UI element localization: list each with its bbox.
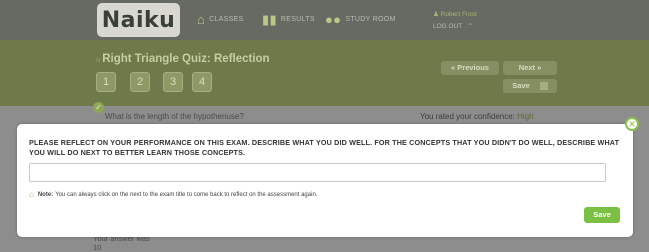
confidence-label: You rated your confidence: bbox=[420, 112, 515, 121]
nav-classes[interactable]: ⌂ CLASSES bbox=[197, 13, 244, 26]
user-name-text: Robert Frost bbox=[440, 11, 477, 18]
double-chevron-right-icon: » bbox=[535, 63, 542, 72]
logo-text: Naiku bbox=[101, 8, 176, 33]
quiz-title: ○ Right Triangle Quiz: Reflection bbox=[96, 53, 270, 65]
reflection-prompt: PLEASE REFLECT ON YOUR PERFORMANCE ON TH… bbox=[29, 138, 620, 157]
next-label: Next bbox=[518, 63, 535, 72]
nav-results[interactable]: ▮▮ RESULTS bbox=[262, 13, 315, 26]
group-icon: ●● bbox=[325, 12, 342, 27]
nav-results-label: RESULTS bbox=[280, 16, 315, 23]
quiz-title-text: Right Triangle Quiz: Reflection bbox=[102, 53, 270, 65]
logout-text: LOG OUT bbox=[433, 23, 463, 30]
nav-classes-label: CLASSES bbox=[209, 16, 244, 23]
answer-value: 10 bbox=[93, 243, 102, 252]
note-label: Note: bbox=[37, 191, 54, 198]
reflection-input[interactable] bbox=[29, 163, 606, 182]
previous-label: Previous bbox=[457, 63, 489, 72]
naiku-logo[interactable]: Naiku bbox=[97, 3, 180, 37]
next-button[interactable]: Next » bbox=[503, 61, 557, 75]
reflection-modal: PLEASE REFLECT ON YOUR PERFORMANCE ON TH… bbox=[17, 124, 633, 237]
question-number-3[interactable]: 3 bbox=[163, 72, 183, 92]
question-number-1[interactable]: 1 bbox=[96, 72, 116, 92]
nav-study-room[interactable]: ●● STUDY ROOM bbox=[325, 13, 396, 26]
reflection-note: ⌂ Note: You can always click on the next… bbox=[29, 190, 317, 199]
confidence-value: High bbox=[517, 112, 534, 121]
question-number-4[interactable]: 4 bbox=[192, 72, 212, 92]
chevron-up-icon: ⌃ bbox=[463, 23, 474, 30]
bar-chart-icon: ▮▮ bbox=[262, 12, 277, 27]
confidence-rating: You rated your confidence: High bbox=[420, 112, 534, 121]
note-text: You can always click on the next to the … bbox=[55, 191, 318, 198]
user-icon: ♟ bbox=[433, 11, 441, 18]
close-icon[interactable]: ✕ bbox=[625, 117, 639, 131]
question-text: What is the length of the hypothenuse? bbox=[105, 112, 244, 121]
user-name[interactable]: ♟ Robert Frost bbox=[433, 10, 477, 18]
home-icon: ⌂ bbox=[197, 12, 206, 27]
home-icon: ⌂ bbox=[29, 190, 34, 199]
quiz-save-button[interactable]: Save bbox=[503, 79, 557, 93]
logout-link[interactable]: LOG OUT ⌃ bbox=[433, 22, 473, 30]
quiz-save-label: Save bbox=[512, 81, 530, 90]
top-navigation-bar: Naiku ⌂ CLASSES ▮▮ RESULTS ●● STUDY ROOM… bbox=[0, 0, 649, 40]
save-button[interactable]: Save bbox=[584, 207, 620, 223]
check-icon: ✓ bbox=[93, 102, 104, 113]
question-number-2[interactable]: 2 bbox=[130, 72, 150, 92]
previous-button[interactable]: « Previous bbox=[441, 61, 499, 75]
checkbox-icon bbox=[539, 82, 548, 91]
nav-study-room-label: STUDY ROOM bbox=[345, 16, 396, 23]
